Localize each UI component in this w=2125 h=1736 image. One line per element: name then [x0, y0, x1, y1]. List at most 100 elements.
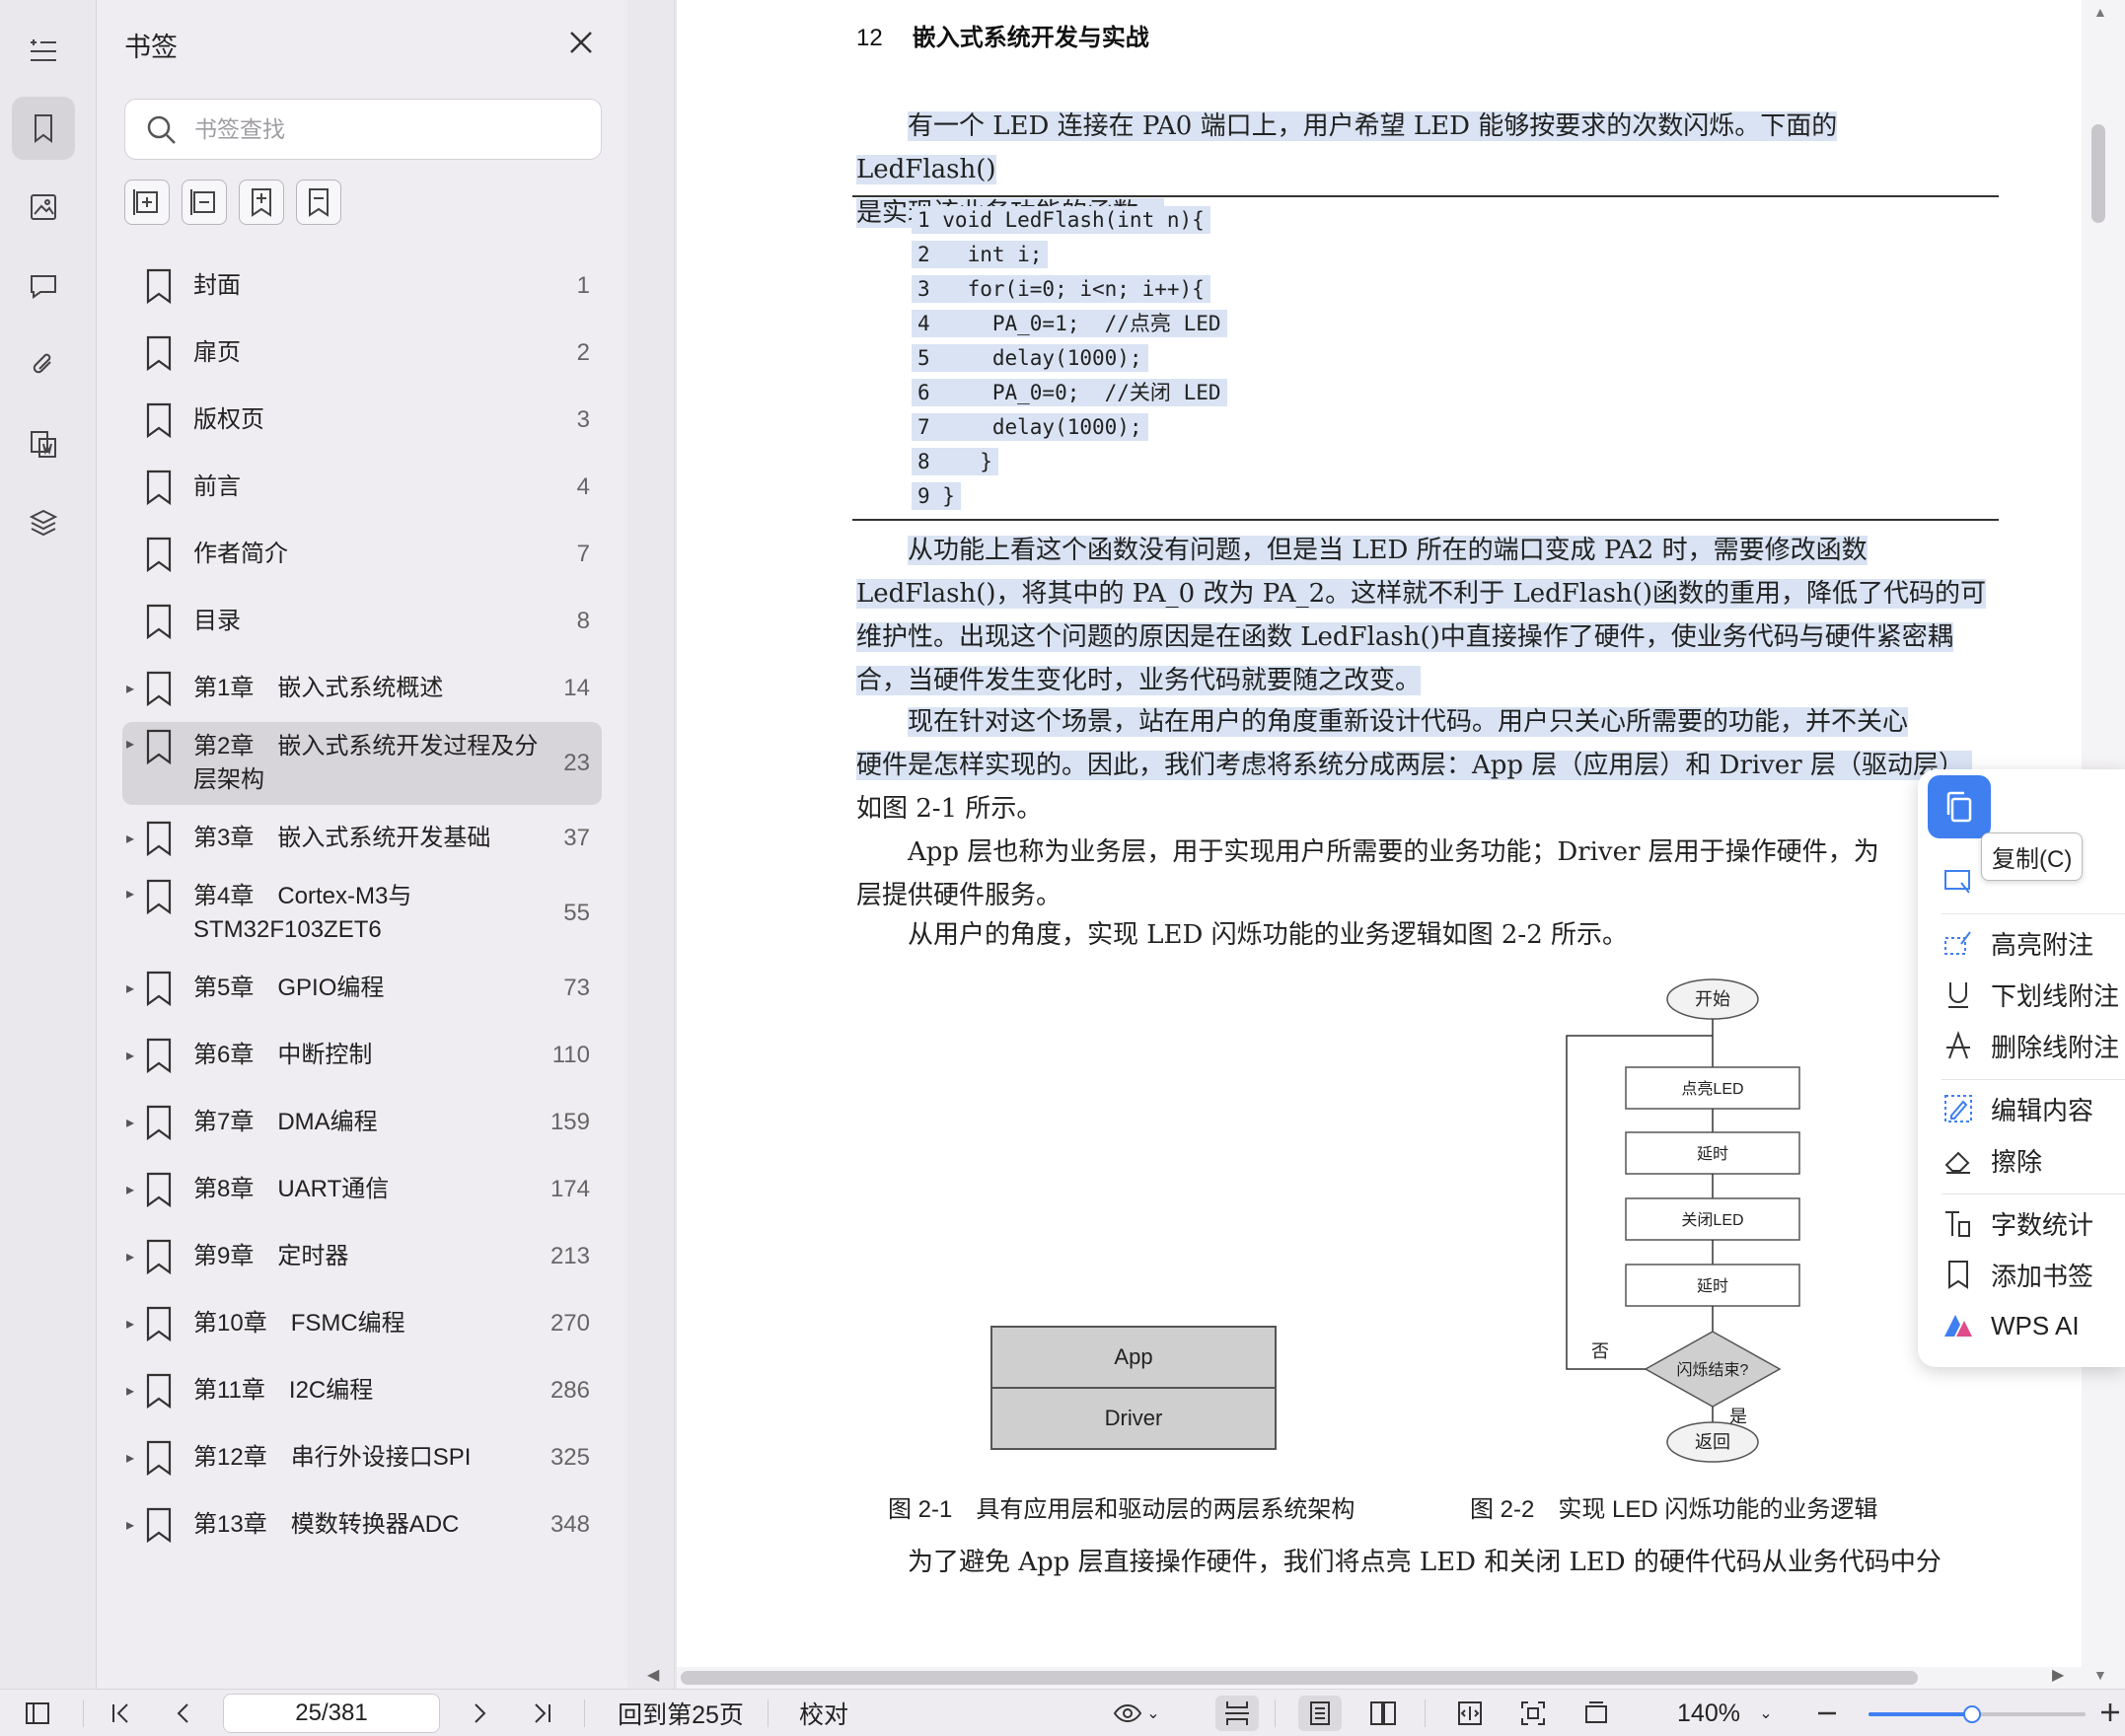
previous-page-button[interactable]	[164, 1696, 203, 1731]
attachment-icon[interactable]	[12, 333, 75, 397]
expand-arrow-icon[interactable]: ▸	[126, 1448, 134, 1468]
expand-arrow-icon[interactable]: ▸	[126, 1314, 134, 1334]
bookmark-item[interactable]: ▸ 第12章 串行外设接口SPI 325	[97, 1424, 627, 1491]
word-count-label: 字数统计	[1991, 1209, 2094, 1240]
expand-all-button[interactable]	[124, 180, 170, 225]
comment-icon[interactable]	[12, 254, 75, 318]
paragraph-6[interactable]: 为了避免 App 层直接操作硬件，我们将点亮 LED 和关闭 LED 的硬件代码…	[856, 1541, 1975, 1584]
zoom-in-button[interactable]	[2095, 1695, 2125, 1730]
toolbar-separator	[768, 1700, 769, 1727]
zoom-level[interactable]: 140%	[1669, 1696, 1748, 1731]
header-title: 嵌入式系统开发与实战	[912, 25, 1149, 51]
expand-arrow-icon[interactable]: ▸	[126, 1247, 134, 1266]
toolbar-separator	[1425, 1700, 1426, 1727]
strikethrough-icon	[1946, 1031, 1970, 1059]
horizontal-scroll-thumb[interactable]	[681, 1671, 1918, 1685]
expand-arrow-icon[interactable]: ▸	[126, 884, 134, 904]
wps-ai-item[interactable]: WPS AI	[1942, 1304, 2080, 1347]
code-line: 9 }	[912, 479, 1227, 514]
bookmark-label-line: 第6章 中断控制	[193, 1042, 373, 1068]
image-icon[interactable]	[12, 176, 75, 239]
layers-icon[interactable]	[12, 491, 75, 554]
paragraph-4[interactable]: App 层也称为业务层，用于实现用户所需要的业务功能；Driver 层用于操作硬…	[856, 831, 1975, 917]
collapse-all-button[interactable]	[182, 180, 227, 225]
toggle-sidebar-button[interactable]	[18, 1696, 57, 1731]
continuous-scroll-button[interactable]	[1215, 1696, 1259, 1731]
vertical-scroll-thumb[interactable]	[2091, 124, 2105, 223]
search-input[interactable]	[194, 109, 589, 149]
bookmark-item[interactable]: ▸ 第5章 GPIO编程 73	[97, 955, 627, 1022]
expand-arrow-icon[interactable]: ▸	[126, 734, 134, 754]
code-listing[interactable]: 1 void LedFlash(int n){2 int i; 3 for(i=0…	[912, 203, 1227, 514]
scroll-down-arrow-icon[interactable]: ▼	[2093, 1667, 2107, 1683]
paragraph-2[interactable]: 从功能上看这个函数没有问题，但是当 LED 所在的端口变成 PA2 时，需要修改…	[856, 529, 1986, 702]
bookmark-search[interactable]	[124, 99, 602, 160]
two-page-button[interactable]	[1361, 1696, 1405, 1731]
minus-icon	[1818, 1711, 1836, 1715]
bookmark-item[interactable]: 版权页 3	[97, 387, 627, 454]
bookmark-item[interactable]: ▸ 第2章 嵌入式系统开发过程及分 层架构 23	[97, 722, 627, 805]
zoom-slider-knob[interactable]	[1963, 1705, 1981, 1723]
bookmark-item[interactable]: 作者简介 7	[97, 521, 627, 588]
bookmark-label: 第7章 DMA编程	[193, 1106, 378, 1139]
toc-icon[interactable]	[12, 20, 75, 83]
bookmark-item[interactable]: 目录 8	[97, 588, 627, 655]
last-page-button[interactable]	[523, 1696, 562, 1731]
close-icon[interactable]	[564, 26, 598, 59]
eye-mode-button[interactable]: ⌄	[1105, 1696, 1168, 1731]
bookmark-item[interactable]: ▸ 第7章 DMA编程 159	[97, 1089, 627, 1156]
bookmark-label-line: STM32F103ZET6	[193, 916, 382, 943]
erase-item[interactable]: 擦除	[1942, 1138, 2042, 1182]
expand-arrow-icon[interactable]: ▸	[126, 1515, 134, 1535]
bookmark-item[interactable]: ▸ 第1章 嵌入式系统概述 14	[97, 655, 627, 722]
bookmark-item[interactable]: ▸ 第4章 Cortex-M3与 STM32F103ZET6 55	[97, 872, 627, 955]
strikethrough-annotation-item[interactable]: 删除线附注	[1942, 1024, 2119, 1067]
bookmark-item[interactable]: ▸ 第10章 FSMC编程 270	[97, 1290, 627, 1357]
single-page-button[interactable]	[1298, 1696, 1342, 1731]
back-to-page-button[interactable]: 回到第25页	[612, 1696, 750, 1731]
bookmark-item[interactable]: ▸ 第3章 嵌入式系统开发基础 37	[97, 805, 627, 872]
edit-content-item[interactable]: 编辑内容	[1942, 1087, 2093, 1130]
bookmark-item[interactable]: 扉页 2	[97, 320, 627, 387]
scroll-up-arrow-icon[interactable]: ▲	[2093, 4, 2107, 20]
scroll-right-arrow-icon[interactable]: ▶	[2052, 1665, 2064, 1685]
highlight-annotation-item[interactable]: 高亮附注	[1942, 921, 2093, 965]
fit-page-button[interactable]	[1511, 1696, 1555, 1731]
page-number-input[interactable]: 25/381	[223, 1694, 440, 1733]
bookmark-item[interactable]: ▸ 第13章 模数转换器ADC 348	[97, 1491, 627, 1558]
bookmark-list: 封面 1 扉页 2 版权页 3 前言 4 作者简介 7 目录 8 ▸ 第1章 嵌入式系统概述 14 ▸ 第2章 …	[97, 253, 627, 1558]
expand-arrow-icon[interactable]: ▸	[126, 1046, 134, 1065]
zoom-out-button[interactable]	[1809, 1696, 1845, 1731]
expand-arrow-icon[interactable]: ▸	[126, 1381, 134, 1401]
add-bookmark-button[interactable]	[239, 180, 284, 225]
copy-button[interactable]	[1928, 775, 1991, 838]
word-count-item[interactable]: 字数统计	[1942, 1201, 2093, 1245]
bookmark-item[interactable]: 前言 4	[97, 454, 627, 521]
bookmark-item[interactable]: 封面 1	[97, 253, 627, 320]
expand-arrow-icon[interactable]: ▸	[126, 679, 134, 698]
panel-resize-strip[interactable]	[627, 0, 675, 1689]
bookmark-item[interactable]: ▸ 第8章 UART通信 174	[97, 1156, 627, 1223]
expand-arrow-icon[interactable]: ▸	[126, 829, 134, 848]
underline-annotation-item[interactable]: 下划线附注	[1942, 973, 2119, 1016]
delete-bookmark-button[interactable]	[296, 180, 341, 225]
proofread-button[interactable]: 校对	[789, 1696, 858, 1731]
paragraph-5[interactable]: 从用户的角度，实现 LED 闪烁功能的业务逻辑如图 2-2 所示。	[856, 913, 1975, 957]
expand-arrow-icon[interactable]: ▸	[126, 1113, 134, 1132]
bookmark-item[interactable]: ▸ 第6章 中断控制 110	[97, 1022, 627, 1089]
page-thumbnail-icon[interactable]	[12, 412, 75, 475]
bookmark-panel-icon[interactable]	[12, 97, 75, 160]
expand-arrow-icon[interactable]: ▸	[126, 978, 134, 998]
bookmark-item[interactable]: ▸ 第9章 定时器 213	[97, 1223, 627, 1290]
word-count-icon	[1945, 1211, 1970, 1237]
add-bookmark-item[interactable]: 添加书签	[1942, 1253, 2093, 1296]
next-page-button[interactable]	[460, 1696, 499, 1731]
bookmark-item[interactable]: ▸ 第11章 I2C编程 286	[97, 1357, 627, 1424]
rotate-button[interactable]	[1575, 1696, 1618, 1731]
paragraph-3[interactable]: 现在针对这个场景，站在用户的角度重新设计代码。用户只关心所需要的功能，并不关心硬…	[856, 700, 1975, 787]
expand-arrow-icon[interactable]: ▸	[126, 1180, 134, 1199]
fit-width-button[interactable]	[1448, 1696, 1492, 1731]
zoom-dropdown-chevron-icon[interactable]: ⌄	[1754, 1696, 1778, 1731]
scroll-left-arrow-icon[interactable]: ◀	[647, 1665, 659, 1685]
first-page-button[interactable]	[101, 1696, 140, 1731]
